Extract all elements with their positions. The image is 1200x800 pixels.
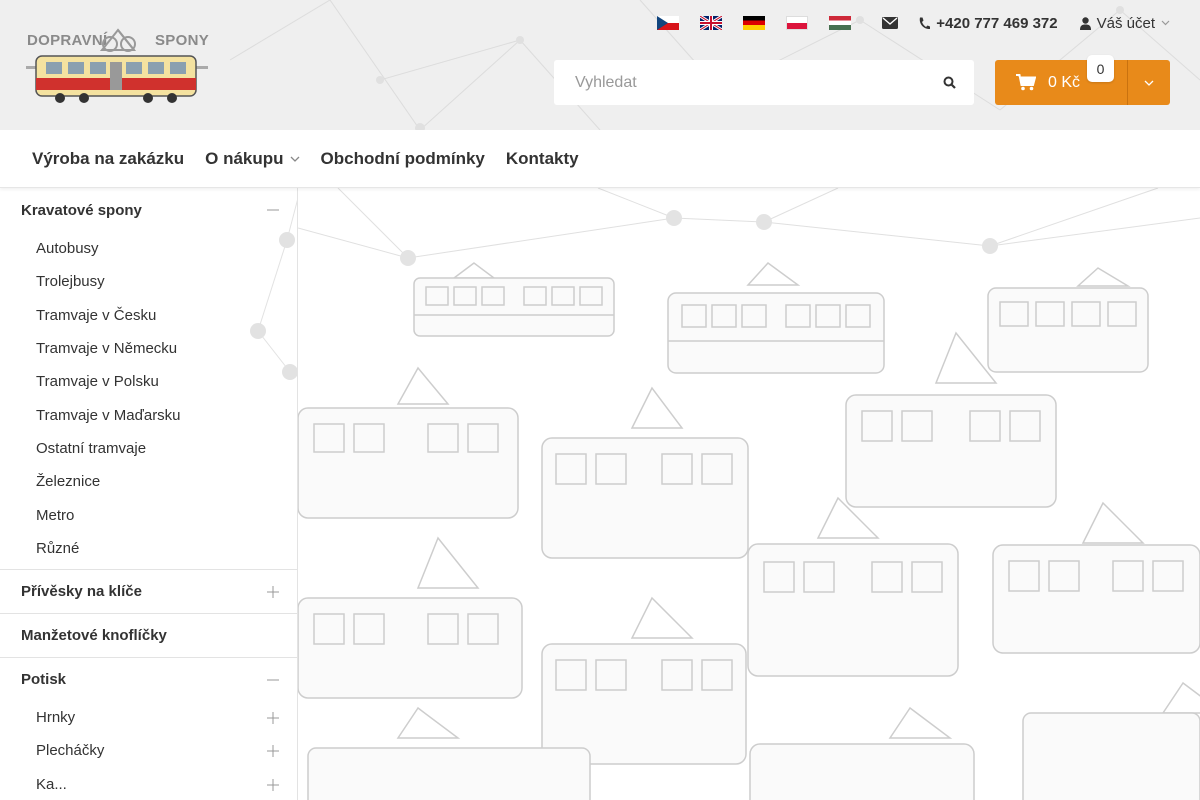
- search-box: [554, 60, 974, 105]
- nav-item-terms[interactable]: Obchodní podmínky: [321, 149, 485, 169]
- subcategory-item[interactable]: Metro: [0, 498, 297, 531]
- nav-item-custom-production[interactable]: Výroba na zakázku: [32, 149, 184, 169]
- user-icon: [1079, 16, 1091, 30]
- header: DOPRAVNÍ SPONY +420 777 469 372 Váš účet…: [0, 0, 1200, 130]
- category-tie-clips[interactable]: Kravatové spony: [0, 188, 297, 232]
- subcategory-item[interactable]: Hrnky: [0, 701, 297, 734]
- category-cufflinks[interactable]: Manžetové knoflíčky: [0, 612, 297, 657]
- category-keychains[interactable]: Přívěsky na klíče: [0, 568, 297, 613]
- category-label: Kravatové spony: [21, 201, 142, 219]
- search-input[interactable]: [554, 60, 924, 105]
- subcategory-item[interactable]: Tramvaje v Česku: [0, 299, 297, 332]
- nav-item-contacts[interactable]: Kontakty: [506, 149, 579, 169]
- chevron-down-icon: [1144, 80, 1154, 86]
- cart-count-badge: 0: [1087, 55, 1114, 82]
- czech-flag-icon[interactable]: [657, 16, 680, 30]
- cart-widget: 0 Kč 0: [995, 55, 1170, 105]
- category-label: Potisk: [21, 670, 67, 688]
- chevron-down-icon: [1161, 20, 1170, 26]
- plus-icon[interactable]: [267, 585, 279, 598]
- subcategory-item[interactable]: Tramvaje v Maďarsku: [0, 398, 297, 431]
- subcategory-item[interactable]: Trolejbusy: [0, 265, 297, 298]
- uk-flag-icon[interactable]: [700, 16, 723, 30]
- subcategory-list: Autobusy Trolejbusy Tramvaje v Česku Tra…: [0, 232, 297, 569]
- phone-icon: [920, 17, 931, 29]
- subcategory-item[interactable]: Železnice: [0, 465, 297, 498]
- nav-item-label: O nákupu: [205, 148, 284, 168]
- chevron-down-icon: [290, 156, 299, 162]
- phone-number: +420 777 469 372: [936, 14, 1058, 32]
- subcategory-list: Hrnky Plecháčky Ka...: [0, 701, 297, 800]
- account-menu[interactable]: Váš účet: [1079, 14, 1170, 32]
- phone-link[interactable]: +420 777 469 372: [918, 14, 1058, 32]
- subcategory-item[interactable]: Různé: [0, 532, 297, 565]
- tram-background-illustration: [298, 188, 1200, 800]
- main-navigation: Výroba na zakázku O nákupu Obchodní podm…: [0, 130, 1200, 188]
- subcategory-item[interactable]: Tramvaje v Německu: [0, 332, 297, 365]
- shopping-cart-icon: [1016, 74, 1036, 91]
- hero-tram-illustration: [298, 188, 1200, 800]
- cart-dropdown-toggle[interactable]: [1128, 60, 1170, 105]
- minus-icon[interactable]: [267, 204, 279, 216]
- search-button[interactable]: [924, 60, 974, 105]
- site-logo[interactable]: DOPRAVNÍ SPONY: [24, 26, 212, 106]
- category-label: Manžetové knoflíčky: [21, 626, 167, 644]
- subcategory-item[interactable]: Ka...: [0, 768, 297, 800]
- polish-flag-icon[interactable]: [786, 16, 809, 30]
- plus-icon[interactable]: [267, 711, 279, 724]
- category-sidebar: Kravatové spony Autobusy Trolejbusy Tram…: [0, 188, 298, 800]
- subcategory-item[interactable]: Tramvaje v Polsku: [0, 365, 297, 398]
- hungarian-flag-icon[interactable]: [829, 16, 852, 30]
- category-printing[interactable]: Potisk: [0, 656, 297, 701]
- tram-logo-icon: [26, 28, 208, 103]
- subcategory-item[interactable]: Plecháčky: [0, 734, 297, 767]
- subcategory-item[interactable]: Ostatní tramvaje: [0, 432, 297, 465]
- german-flag-icon[interactable]: [743, 16, 766, 30]
- subcategory-label: Plecháčky: [36, 742, 105, 760]
- subcategory-label: Hrnky: [36, 709, 76, 727]
- minus-icon[interactable]: [267, 674, 279, 686]
- cart-total: 0 Kč: [1048, 73, 1081, 91]
- subcategory-label: Ka...: [36, 775, 67, 793]
- nav-item-about-shopping[interactable]: O nákupu: [205, 149, 299, 169]
- envelope-icon[interactable]: [882, 16, 899, 30]
- subcategory-item[interactable]: Autobusy: [0, 232, 297, 265]
- plus-icon[interactable]: [267, 745, 279, 758]
- category-label: Přívěsky na klíče: [21, 582, 142, 600]
- search-icon: [943, 76, 956, 89]
- top-utility-bar: +420 777 469 372 Váš účet: [657, 12, 1170, 34]
- plus-icon[interactable]: [267, 778, 279, 791]
- account-label: Váš účet: [1096, 14, 1155, 32]
